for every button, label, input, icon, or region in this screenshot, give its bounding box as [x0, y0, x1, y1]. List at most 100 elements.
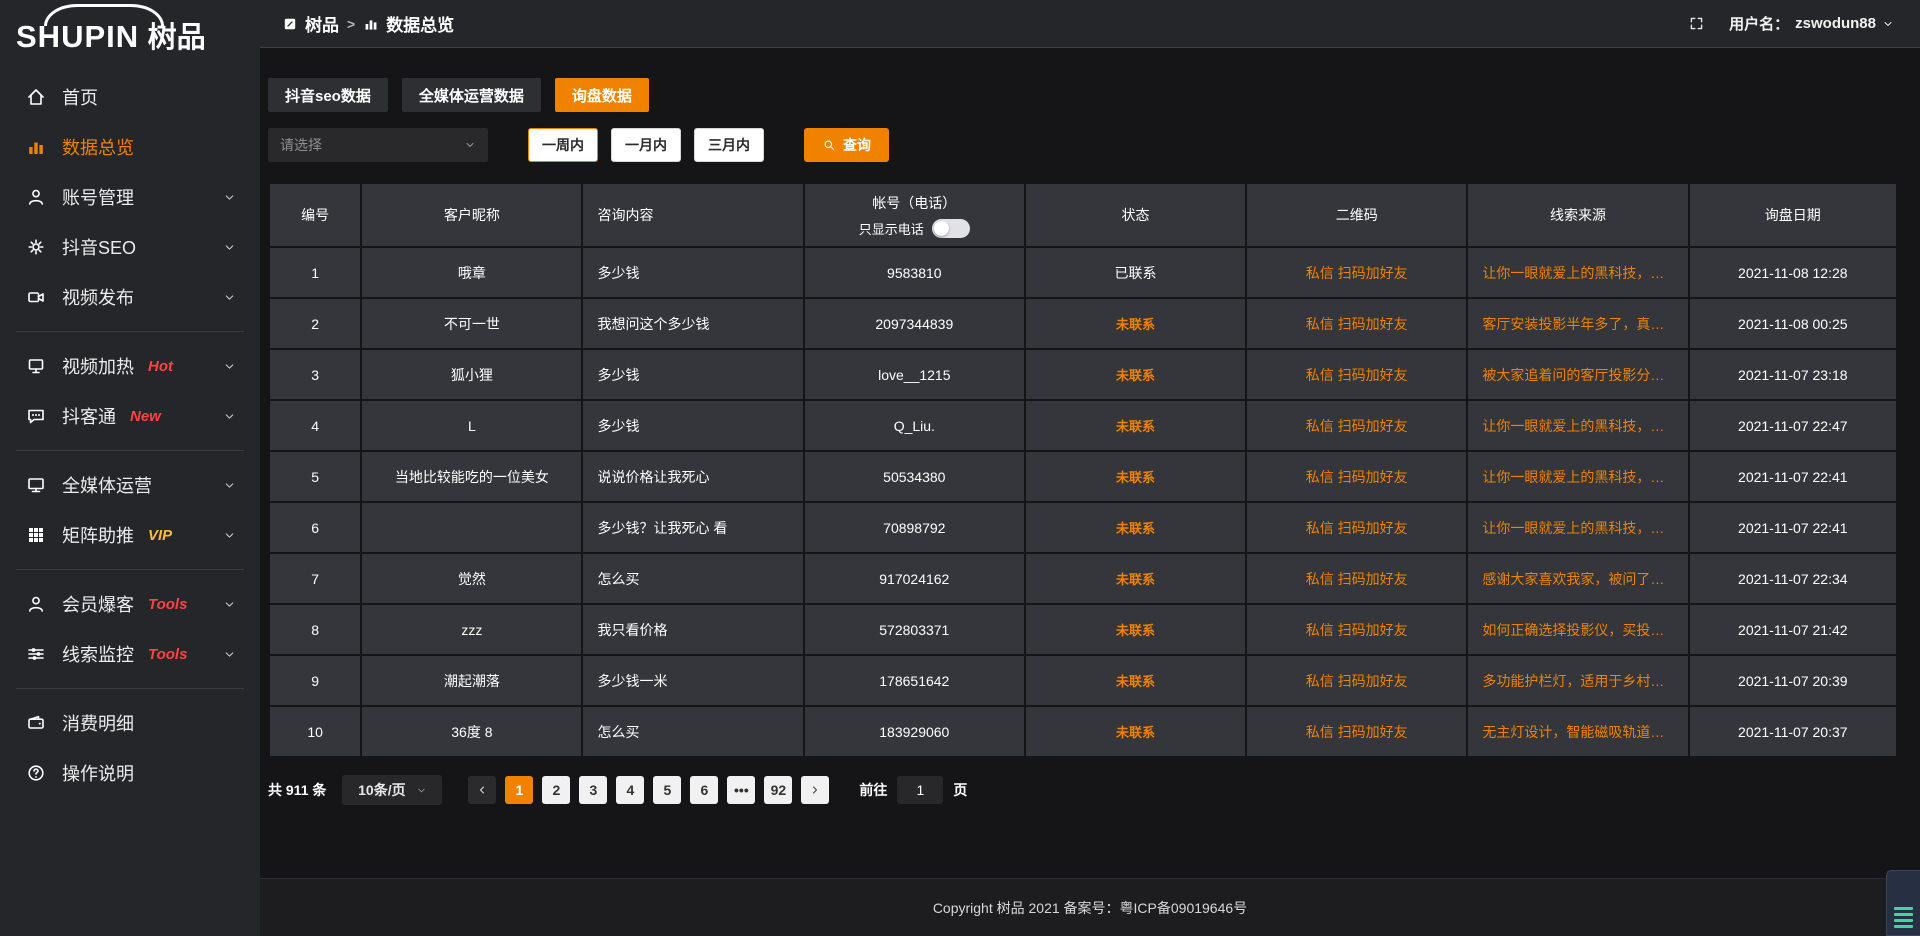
status-badge: 未联系	[1026, 707, 1245, 756]
chevron-down-icon	[223, 648, 236, 661]
search-icon	[822, 138, 836, 152]
account-select[interactable]: 请选择	[268, 128, 488, 162]
tab-inquiry-data[interactable]: 询盘数据	[555, 78, 649, 112]
cell-qr-link[interactable]: 私信 扫码加好友	[1247, 299, 1466, 348]
page-button-6[interactable]: 6	[690, 776, 718, 804]
cell-content: 多少钱一米	[583, 656, 802, 705]
cell-source-link[interactable]: 无主灯设计，智能磁吸轨道灯...	[1468, 707, 1687, 756]
goto-label: 前往	[859, 780, 887, 800]
cell-id: 10	[270, 707, 360, 756]
col-header-account: 帐号（电话） 只显示电话	[805, 184, 1024, 246]
cell-source-link[interactable]: 让你一眼就爱上的黑科技，能...	[1468, 503, 1687, 552]
sidebar-item-media[interactable]: 全媒体运营	[0, 460, 260, 510]
sidebar-item-account[interactable]: 账号管理	[0, 172, 260, 222]
page-button-2[interactable]: 2	[542, 776, 570, 804]
cell-qr-link[interactable]: 私信 扫码加好友	[1247, 452, 1466, 501]
cell-qr-link[interactable]: 私信 扫码加好友	[1247, 401, 1466, 450]
tab-douyin-seo-data[interactable]: 抖音seo数据	[268, 78, 388, 112]
page-button-1[interactable]: 1	[505, 776, 533, 804]
cell-account: 2097344839	[805, 299, 1024, 348]
cell-source-link[interactable]: 感谢大家喜欢我家，被问了好...	[1468, 554, 1687, 603]
sidebar-item-consume[interactable]: 消费明细	[0, 698, 260, 748]
cell-source-link[interactable]: 让你一眼就爱上的黑科技，能...	[1468, 452, 1687, 501]
range-button-2[interactable]: 一月内	[611, 128, 681, 162]
menu-divider	[16, 331, 244, 332]
cell-qr-link[interactable]: 私信 扫码加好友	[1247, 605, 1466, 654]
sidebar-item-label: 会员爆客	[62, 591, 134, 617]
phone-only-toggle[interactable]	[932, 219, 970, 238]
cell-source-link[interactable]: 让你一眼就爱上的黑科技，能...	[1468, 401, 1687, 450]
user-icon	[26, 187, 46, 207]
range-button-3[interactable]: 三月内	[694, 128, 764, 162]
cell-qr-link[interactable]: 私信 扫码加好友	[1247, 656, 1466, 705]
copyright-text: Copyright 树品 2021 备案号：粤ICP备09019646号	[933, 898, 1247, 918]
sidebar-item-member[interactable]: 会员爆客Tools	[0, 579, 260, 629]
cell-nickname: zzz	[362, 605, 581, 654]
page-button-4[interactable]: 4	[616, 776, 644, 804]
goto-page-input[interactable]	[897, 776, 943, 804]
query-button-label: 查询	[843, 135, 871, 155]
goto-suffix-label: 页	[953, 780, 967, 800]
more-pages-button[interactable]: •••	[727, 776, 755, 804]
table-row: 1哦章多少钱9583810已联系私信 扫码加好友让你一眼就爱上的黑科技，能...…	[270, 248, 1896, 297]
page-button-3[interactable]: 3	[579, 776, 607, 804]
cell-qr-link[interactable]: 私信 扫码加好友	[1247, 248, 1466, 297]
cell-nickname: 潮起潮落	[362, 656, 581, 705]
tab-media-ops-data[interactable]: 全媒体运营数据	[402, 78, 541, 112]
breadcrumb-current[interactable]: 数据总览	[363, 11, 454, 36]
page-button-92[interactable]: 92	[764, 776, 792, 804]
select-placeholder: 请选择	[280, 135, 322, 155]
cell-source-link[interactable]: 如何正确选择投影仪，买投影...	[1468, 605, 1687, 654]
sidebar-item-label: 视频加热	[62, 353, 134, 379]
range-button-1[interactable]: 一周内	[528, 128, 598, 162]
cell-source-link[interactable]: 客厅安装投影半年多了，真实...	[1468, 299, 1687, 348]
cell-id: 3	[270, 350, 360, 399]
status-badge: 未联系	[1026, 350, 1245, 399]
cell-content: 怎么买	[583, 707, 802, 756]
fullscreen-icon[interactable]	[1688, 15, 1705, 32]
chat-widget[interactable]	[1886, 870, 1920, 936]
cell-date: 2021-11-07 22:34	[1690, 554, 1896, 603]
sidebar-item-heat[interactable]: 视频加热Hot	[0, 341, 260, 391]
sidebar-item-home[interactable]: 首页	[0, 72, 260, 122]
sidebar-item-label: 首页	[62, 84, 98, 110]
cell-qr-link[interactable]: 私信 扫码加好友	[1247, 503, 1466, 552]
cell-qr-link[interactable]: 私信 扫码加好友	[1247, 554, 1466, 603]
sidebar-item-clue[interactable]: 线索监控Tools	[0, 629, 260, 679]
cell-source-link[interactable]: 让你一眼就爱上的黑科技，能...	[1468, 248, 1687, 297]
cell-qr-link[interactable]: 私信 扫码加好友	[1247, 707, 1466, 756]
cell-date: 2021-11-07 22:41	[1690, 452, 1896, 501]
table-row: 2不可一世我想问这个多少钱2097344839未联系私信 扫码加好友客厅安装投影…	[270, 299, 1896, 348]
page-size-value: 10条/页	[358, 780, 405, 800]
sidebar-item-matrix[interactable]: 矩阵助推VIP	[0, 510, 260, 560]
page-button-5[interactable]: 5	[653, 776, 681, 804]
prev-page-button[interactable]	[468, 776, 496, 804]
next-page-button[interactable]	[801, 776, 829, 804]
inquiry-table: 编号 客户昵称 咨询内容 帐号（电话） 只显示电话	[268, 182, 1898, 758]
sidebar-item-douketong[interactable]: 抖客通New	[0, 391, 260, 441]
sidebar-item-help[interactable]: 操作说明	[0, 748, 260, 798]
sidebar-item-publish[interactable]: 视频发布	[0, 272, 260, 322]
cell-account: 572803371	[805, 605, 1024, 654]
widget-bar	[1894, 913, 1913, 916]
cell-source-link[interactable]: 多功能护栏灯，适用于乡村文...	[1468, 656, 1687, 705]
query-button[interactable]: 查询	[804, 128, 889, 162]
breadcrumb-root[interactable]: 树品	[282, 11, 339, 36]
wallet-icon	[26, 713, 46, 733]
chevron-down-icon	[223, 479, 236, 492]
user-menu[interactable]: 用户名： zswodun88	[1729, 13, 1894, 34]
sidebar-item-douyinseo[interactable]: 抖音SEO	[0, 222, 260, 272]
table-row: 3狐小狸多少钱love__1215未联系私信 扫码加好友被大家追着问的客厅投影分…	[270, 350, 1896, 399]
gear-icon	[26, 237, 46, 257]
table-body: 1哦章多少钱9583810已联系私信 扫码加好友让你一眼就爱上的黑科技，能...…	[270, 248, 1896, 756]
sidebar-item-data[interactable]: 数据总览	[0, 122, 260, 172]
table-row: 4L多少钱Q_Liu.未联系私信 扫码加好友让你一眼就爱上的黑科技，能...20…	[270, 401, 1896, 450]
account-header-label: 帐号（电话）	[872, 193, 956, 213]
breadcrumb-current-label: 数据总览	[386, 11, 454, 36]
sidebar-badge: VIP	[148, 527, 172, 544]
page-size-select[interactable]: 10条/页	[342, 775, 442, 805]
table-row: 1036度 8怎么买183929060未联系私信 扫码加好友无主灯设计，智能磁吸…	[270, 707, 1896, 756]
total-count-label: 共 911 条	[268, 780, 326, 800]
cell-qr-link[interactable]: 私信 扫码加好友	[1247, 350, 1466, 399]
cell-source-link[interactable]: 被大家追着问的客厅投影分享...	[1468, 350, 1687, 399]
